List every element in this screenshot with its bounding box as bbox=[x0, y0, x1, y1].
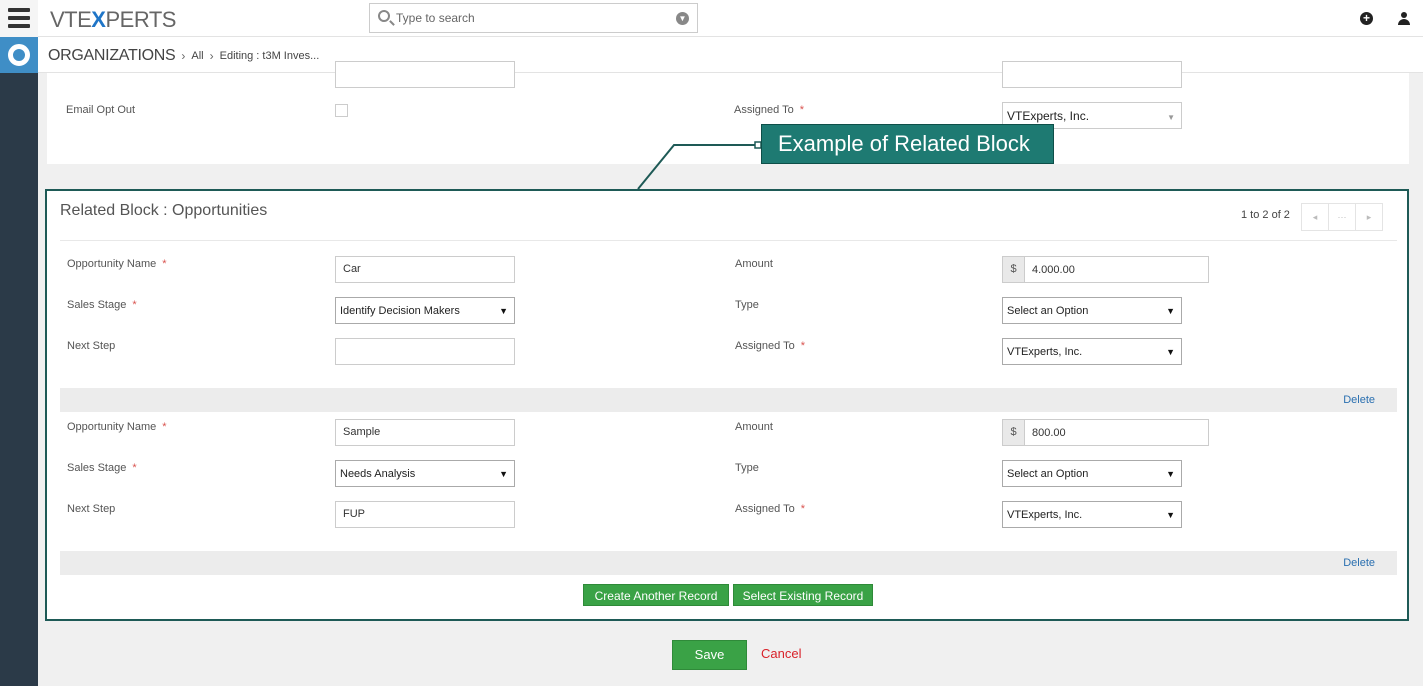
partial-field-right[interactable] bbox=[1002, 61, 1182, 88]
left-rail bbox=[0, 0, 38, 686]
currency-symbol: $ bbox=[1003, 257, 1025, 282]
opportunity-name-label: Opportunity Name * bbox=[67, 421, 167, 433]
breadcrumb-current: Editing : t3M Inves... bbox=[219, 50, 320, 62]
next-step-label: Next Step bbox=[67, 340, 116, 352]
top-header: VTEXPERTS ▼ + bbox=[38, 0, 1423, 37]
logo-prefix: VTE bbox=[50, 7, 92, 32]
cancel-link[interactable]: Cancel bbox=[761, 646, 801, 661]
pager-prev-icon[interactable]: ◂ bbox=[1302, 204, 1329, 230]
assigned-to-label: Assigned To * bbox=[735, 503, 806, 515]
type-label: Type bbox=[735, 462, 759, 474]
email-opt-out-checkbox[interactable] bbox=[335, 104, 348, 117]
sales-stage-select[interactable]: Identify Decision Makers ▼ bbox=[335, 297, 515, 324]
search-input[interactable] bbox=[396, 9, 666, 27]
assigned-to-label: Assigned To * bbox=[735, 340, 806, 352]
search-icon bbox=[378, 10, 390, 22]
sales-stage-label: Sales Stage * bbox=[67, 462, 137, 474]
create-another-record-button[interactable]: Create Another Record bbox=[583, 584, 729, 606]
user-profile-icon[interactable] bbox=[1398, 12, 1410, 25]
breadcrumb: ORGANIZATIONS › All › Editing : t3M Inve… bbox=[48, 47, 319, 65]
next-step-label: Next Step bbox=[67, 503, 116, 515]
logo-x: X bbox=[91, 7, 106, 32]
hamburger-menu-icon[interactable] bbox=[8, 8, 30, 28]
dropdown-arrow-icon: ▼ bbox=[499, 306, 508, 316]
pager-next-icon[interactable]: ▸ bbox=[1356, 204, 1382, 230]
support-nav-item[interactable] bbox=[0, 37, 38, 73]
dropdown-arrow-icon: ▼ bbox=[1166, 306, 1175, 316]
opportunity-name-input[interactable]: Sample bbox=[335, 419, 515, 446]
amount-input[interactable]: $4.000.00 bbox=[1002, 256, 1209, 283]
dropdown-arrow-icon: ▼ bbox=[1166, 510, 1175, 520]
menu-toggle-area bbox=[0, 0, 38, 37]
record-delete-bar: Delete bbox=[60, 388, 1397, 412]
lifebuoy-icon bbox=[8, 44, 30, 66]
opportunity-name-label: Opportunity Name * bbox=[67, 258, 167, 270]
search-dropdown-icon[interactable]: ▼ bbox=[676, 12, 689, 25]
related-block-callout: Example of Related Block bbox=[761, 124, 1054, 164]
type-select[interactable]: Select an Option ▼ bbox=[1002, 460, 1182, 487]
pager-controls: ◂ ··· ▸ bbox=[1301, 203, 1383, 231]
email-opt-out-label: Email Opt Out bbox=[66, 104, 136, 116]
divider bbox=[60, 240, 1397, 241]
chevron-right-icon: › bbox=[209, 49, 214, 63]
amount-label: Amount bbox=[735, 421, 773, 433]
app-logo[interactable]: VTEXPERTS bbox=[50, 7, 176, 33]
opportunity-name-input[interactable]: Car bbox=[335, 256, 515, 283]
save-button[interactable]: Save bbox=[672, 640, 747, 670]
assigned-to-label: Assigned To * bbox=[734, 104, 805, 116]
breadcrumb-filter[interactable]: All bbox=[191, 50, 203, 62]
sales-stage-select[interactable]: Needs Analysis ▼ bbox=[335, 460, 515, 487]
organization-details-card: Email Opt Out Assigned To * VTExperts, In… bbox=[47, 61, 1409, 164]
assigned-to-select[interactable]: VTExperts, Inc. ▼ bbox=[1002, 338, 1182, 365]
delete-record-link[interactable]: Delete bbox=[1343, 557, 1375, 569]
next-step-input[interactable]: FUP bbox=[335, 501, 515, 528]
dropdown-arrow-icon: ▼ bbox=[499, 469, 508, 479]
dropdown-arrow-icon: ▼ bbox=[1166, 347, 1175, 357]
delete-record-link[interactable]: Delete bbox=[1343, 394, 1375, 406]
pager-more-icon[interactable]: ··· bbox=[1329, 204, 1356, 230]
currency-symbol: $ bbox=[1003, 420, 1025, 445]
quick-create-icon[interactable]: + bbox=[1360, 12, 1373, 25]
dropdown-arrow-icon: ▼ bbox=[1167, 113, 1175, 122]
type-select[interactable]: Select an Option ▼ bbox=[1002, 297, 1182, 324]
next-step-input[interactable] bbox=[335, 338, 515, 365]
amount-label: Amount bbox=[735, 258, 773, 270]
breadcrumb-module[interactable]: ORGANIZATIONS bbox=[48, 47, 176, 65]
related-block-opportunities: Related Block : Opportunities 1 to 2 of … bbox=[45, 189, 1409, 621]
partial-field-left[interactable] bbox=[335, 61, 515, 88]
amount-input[interactable]: $800.00 bbox=[1002, 419, 1209, 446]
global-search: ▼ bbox=[369, 3, 698, 33]
dropdown-arrow-icon: ▼ bbox=[1166, 469, 1175, 479]
related-block-title: Related Block : Opportunities bbox=[60, 202, 268, 219]
logo-suffix: PERTS bbox=[105, 7, 176, 32]
chevron-right-icon: › bbox=[181, 49, 186, 63]
sales-stage-label: Sales Stage * bbox=[67, 299, 137, 311]
assigned-to-select[interactable]: VTExperts, Inc. ▼ bbox=[1002, 501, 1182, 528]
record-delete-bar: Delete bbox=[60, 551, 1397, 575]
select-existing-record-button[interactable]: Select Existing Record bbox=[733, 584, 873, 606]
pager-count: 1 to 2 of 2 bbox=[1241, 209, 1290, 221]
breadcrumb-bar: ORGANIZATIONS › All › Editing : t3M Inve… bbox=[38, 37, 1423, 73]
type-label: Type bbox=[735, 299, 759, 311]
